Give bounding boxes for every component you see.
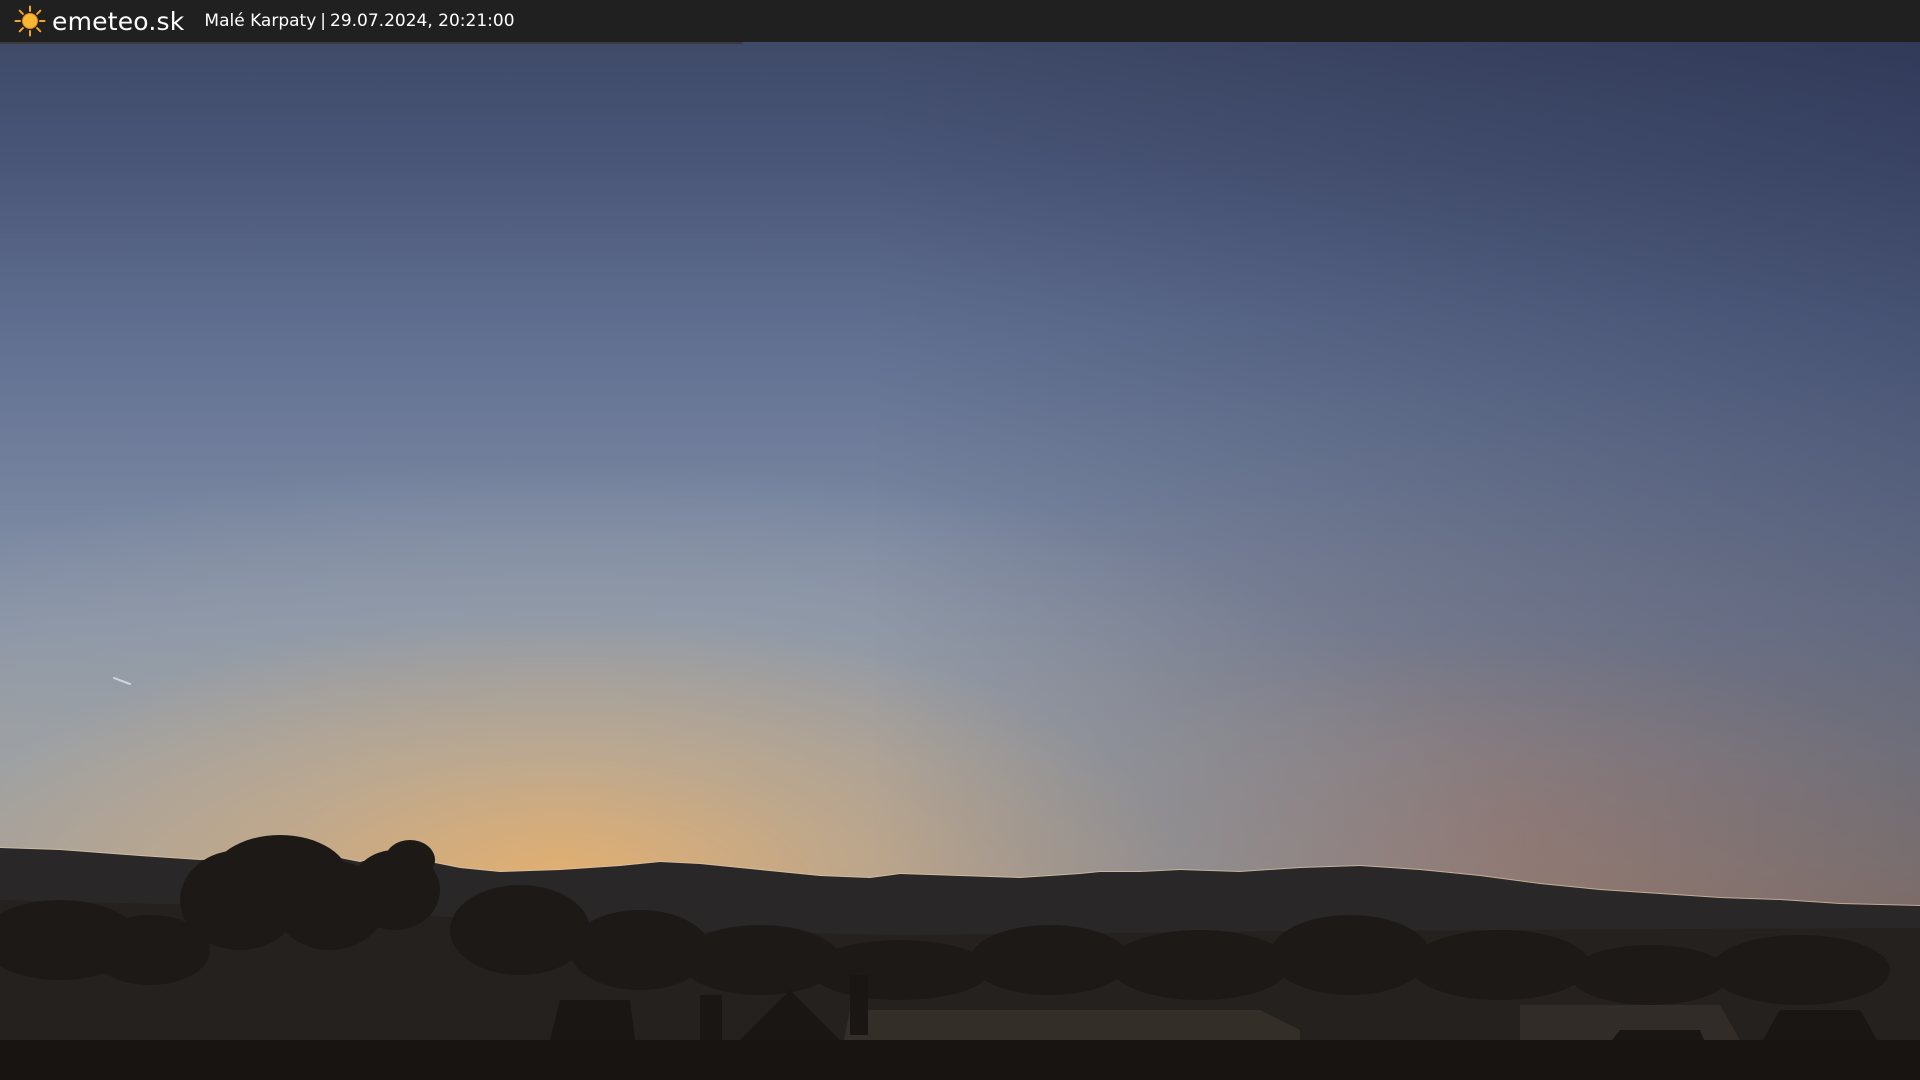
landscape-silhouette <box>0 677 1920 1080</box>
webcam-header-bar: emeteo.sk Malé Karpaty | 29.07.2024, 20:… <box>0 0 1920 42</box>
brand-logo[interactable]: emeteo.sk <box>14 5 184 37</box>
brand-name: emeteo.sk <box>52 6 185 36</box>
header-underline <box>0 42 742 44</box>
webcam-caption: Malé Karpaty | 29.07.2024, 20:21:00 <box>204 11 514 31</box>
webcam-frame: emeteo.sk Malé Karpaty | 29.07.2024, 20:… <box>0 0 1920 1080</box>
timestamp-label: 29.07.2024, 20:21:00 <box>330 11 515 31</box>
sun-icon <box>14 5 46 37</box>
airplane-trail <box>113 677 131 685</box>
foreground <box>0 1040 1920 1080</box>
caption-separator: | <box>320 11 327 31</box>
location-label: Malé Karpaty <box>204 11 317 31</box>
